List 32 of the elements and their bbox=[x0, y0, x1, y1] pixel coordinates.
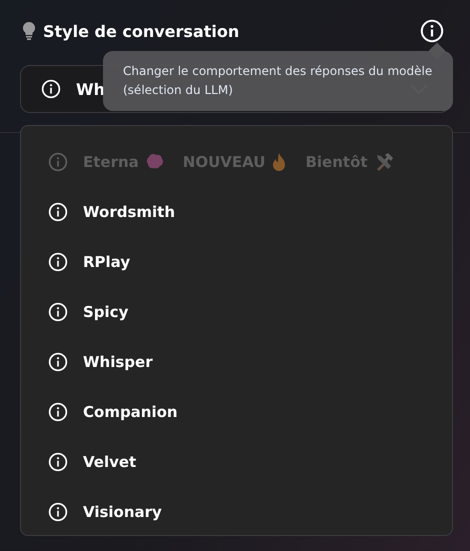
selected-value: Wh bbox=[76, 80, 106, 98]
option-label: Visionary bbox=[83, 503, 162, 521]
option-item[interactable]: Spicy bbox=[48, 287, 452, 337]
option-label: Whisper bbox=[83, 353, 153, 371]
option-item[interactable]: RPlay bbox=[48, 237, 452, 287]
info-icon bbox=[41, 79, 61, 99]
info-icon bbox=[48, 252, 68, 272]
option-item[interactable]: Wordsmith bbox=[48, 187, 452, 237]
option-label: RPlay bbox=[83, 253, 130, 271]
option-item[interactable]: Visionary bbox=[48, 487, 452, 537]
info-icon bbox=[48, 152, 68, 172]
option-item[interactable]: Companion bbox=[48, 387, 452, 437]
option-label: Velvet bbox=[83, 453, 136, 471]
option-item[interactable]: Whisper bbox=[48, 337, 452, 387]
info-icon bbox=[48, 452, 68, 472]
option-item[interactable]: Velvet bbox=[48, 437, 452, 487]
flame-icon bbox=[271, 152, 288, 172]
option-label: Spicy bbox=[83, 303, 128, 321]
option-label: Companion bbox=[83, 403, 178, 421]
info-icon bbox=[48, 352, 68, 372]
coming-soon-label: Bientôt bbox=[305, 153, 368, 171]
option-label: Wordsmith bbox=[83, 203, 175, 221]
section-title: Style de conversation bbox=[43, 22, 240, 40]
info-icon bbox=[48, 402, 68, 422]
tooltip-text: Changer le comportement des réponses du modèle (sélection du LLM) bbox=[123, 64, 432, 97]
lightbulb-icon bbox=[23, 22, 35, 40]
info-icon bbox=[48, 202, 68, 222]
new-label: NOUVEAU bbox=[182, 153, 266, 171]
info-icon bbox=[48, 302, 68, 322]
option-label: Eterna bbox=[83, 153, 139, 171]
info-icon bbox=[48, 502, 68, 522]
info-icon[interactable] bbox=[420, 19, 444, 43]
